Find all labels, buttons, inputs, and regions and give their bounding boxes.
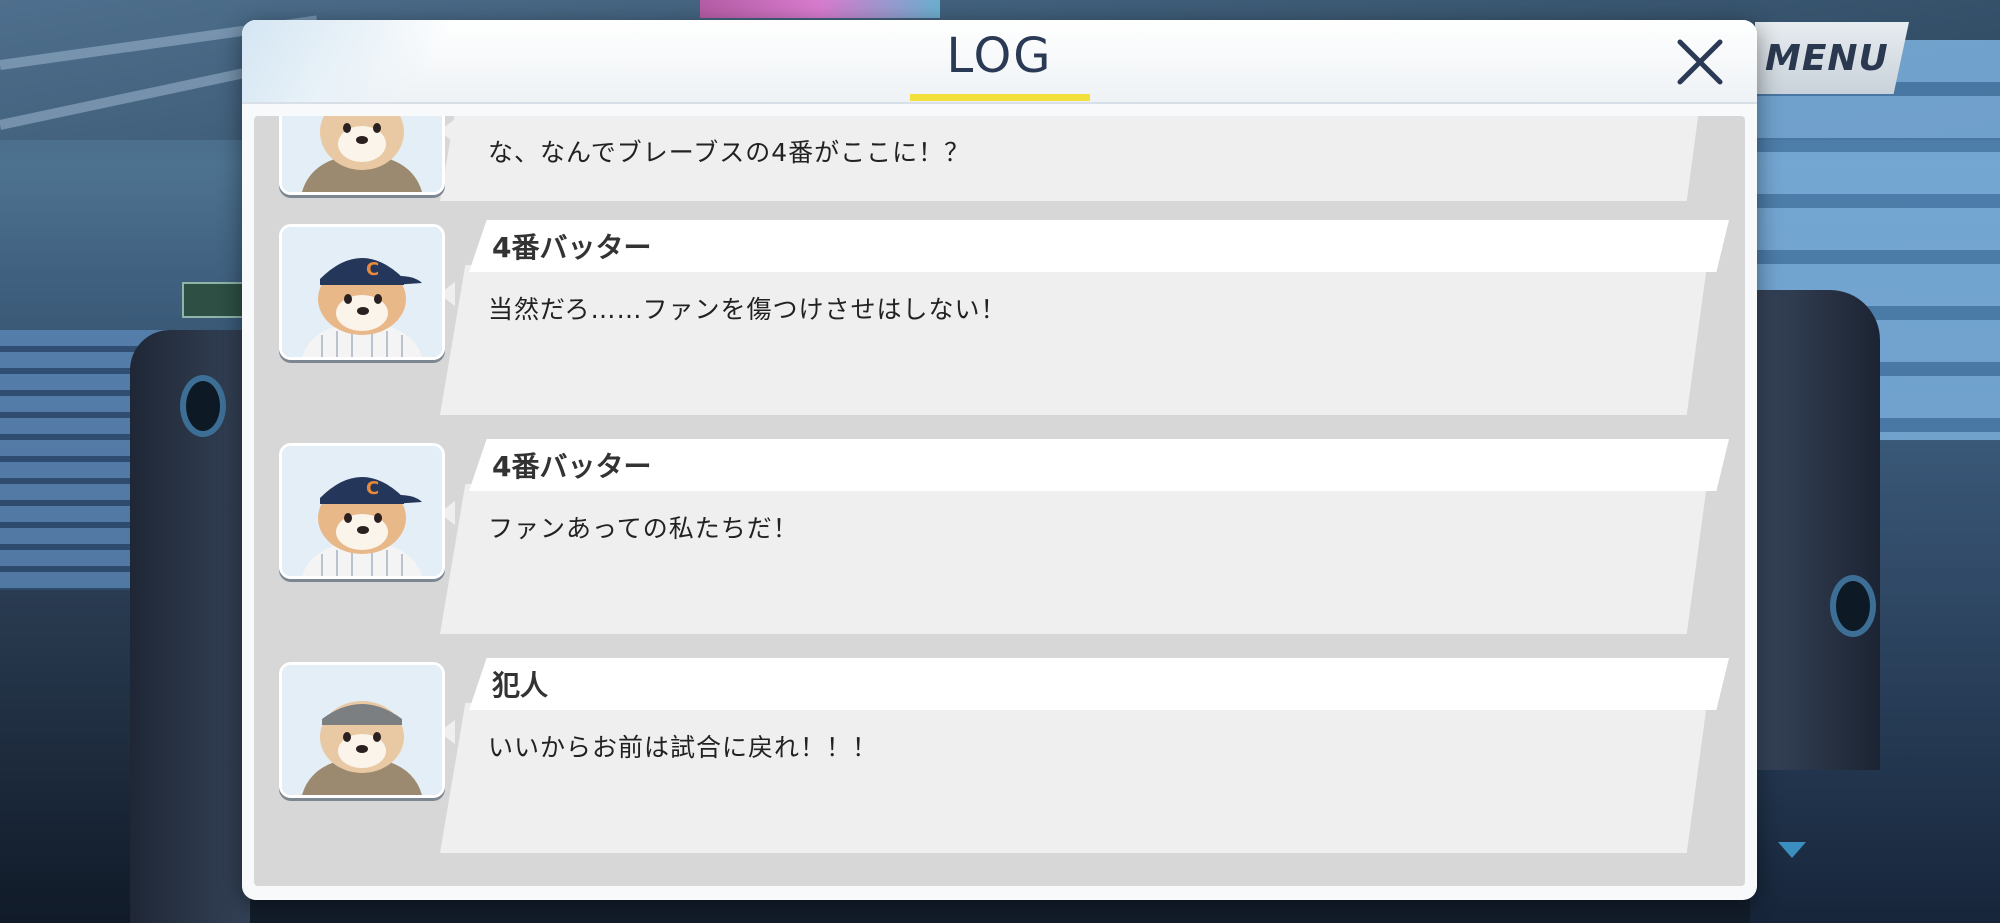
log-list[interactable]: な、なんでブレーブスの4番がここに！？ C 4番バッター 当然だろ……ファンを傷… bbox=[254, 116, 1745, 886]
dialogue-bubble bbox=[440, 265, 1707, 415]
speaker-name-bar bbox=[469, 220, 1729, 272]
svg-text:C: C bbox=[366, 478, 379, 499]
culprit-dog-avatar bbox=[279, 662, 445, 798]
close-button[interactable] bbox=[1670, 32, 1730, 92]
speaker-name: 4番バッター bbox=[492, 450, 652, 483]
menu-label: MENU bbox=[1765, 37, 1889, 79]
menu-button[interactable]: MENU bbox=[1755, 22, 1909, 94]
scroll-down-arrow-icon[interactable] bbox=[1778, 842, 1806, 858]
log-entry: な、なんでブレーブスの4番がここに！？ bbox=[254, 116, 1745, 206]
speaker-name: 4番バッター bbox=[492, 231, 652, 264]
dialogue-text: ファンあっての私たちだ！ bbox=[488, 514, 799, 543]
dialogue-text: 当然だろ……ファンを傷つけさせはしない！ bbox=[488, 295, 1007, 324]
dialogue-bubble bbox=[440, 484, 1707, 634]
speaker-name: 犯人 bbox=[492, 669, 549, 702]
speaker-name-bar bbox=[469, 439, 1729, 491]
batter-dog-avatar: C bbox=[279, 443, 445, 579]
title-underline bbox=[910, 94, 1090, 101]
culprit-dog-avatar bbox=[279, 116, 445, 195]
dialogue-text: いいからお前は試合に戻れ！！！ bbox=[488, 733, 879, 762]
dialog-title: LOG bbox=[946, 28, 1053, 84]
log-dialog-header: LOG bbox=[242, 20, 1757, 104]
speaker-name-bar bbox=[469, 658, 1729, 710]
dialogue-bubble bbox=[440, 703, 1707, 853]
batter-dog-avatar: C bbox=[279, 224, 445, 360]
svg-text:C: C bbox=[366, 259, 379, 280]
close-icon bbox=[1677, 39, 1723, 85]
log-entry: C 4番バッター ファンあっての私たちだ！ bbox=[254, 439, 1745, 644]
log-dialog: LOG な、なんでブレーブスの4番がここに！？ C 4番バッター 当然だろ……フ… bbox=[242, 20, 1757, 900]
log-entry: C 4番バッター 当然だろ……ファンを傷つけさせはしない！ bbox=[254, 220, 1745, 425]
log-entry: 犯人 いいからお前は試合に戻れ！！！ bbox=[254, 658, 1745, 863]
dialogue-text: な、なんでブレーブスの4番がここに！？ bbox=[488, 138, 971, 167]
